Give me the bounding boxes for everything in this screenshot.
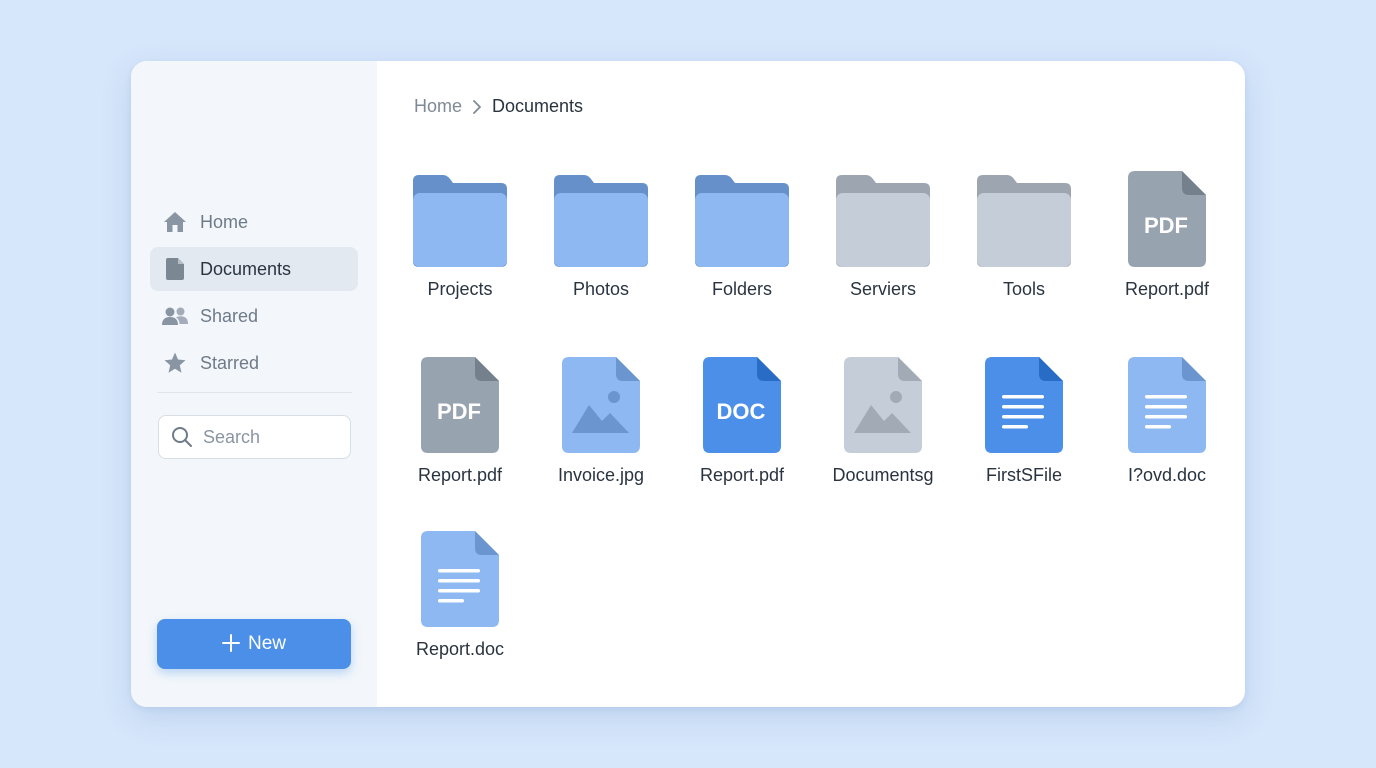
file-manager-window: Home Documents Shared Starred New Home Docu… [131, 61, 1245, 707]
file-item[interactable]: Report.doc [400, 527, 520, 660]
file-name: Report.pdf [1124, 279, 1210, 299]
file-item[interactable]: Invoice.jpg [541, 353, 661, 486]
breadcrumb: Home Documents [414, 96, 583, 117]
breadcrumb-home[interactable]: Home [414, 96, 462, 117]
image-file-icon [562, 353, 640, 453]
sidebar-item-label: Home [200, 211, 249, 232]
sidebar-item-shared[interactable]: Shared [150, 294, 358, 338]
file-name: Folders [711, 279, 773, 299]
file-name: Report.pdf [699, 465, 785, 485]
sidebar-nav: Home Documents Shared Starred [150, 200, 358, 388]
folder-icon [413, 167, 507, 267]
folder-icon [977, 167, 1071, 267]
star-icon [161, 351, 189, 375]
text-file-icon [985, 353, 1063, 453]
text-file-icon [421, 527, 499, 627]
image-file-icon [844, 353, 922, 453]
plus-icon [221, 633, 240, 655]
file-name: Report.pdf [417, 465, 503, 485]
folder-item[interactable]: Photos [541, 167, 661, 300]
folder-item[interactable]: Serviers [823, 167, 943, 300]
svg-text:PDF: PDF [437, 399, 481, 424]
file-item[interactable]: DOC Report.pdf [682, 353, 802, 486]
file-name: FirstSFile [986, 465, 1062, 485]
folder-item[interactable]: Projects [400, 167, 520, 300]
sidebar-divider [157, 392, 352, 393]
home-icon [161, 211, 189, 233]
search-box[interactable] [158, 415, 351, 459]
file-name: Invoice.jpg [557, 465, 645, 485]
sidebar-item-home[interactable]: Home [150, 200, 358, 244]
folder-item[interactable]: Tools [964, 167, 1084, 300]
people-icon [161, 306, 189, 326]
file-name: Photos [572, 279, 630, 299]
sidebar-item-label: Shared [200, 305, 259, 326]
pdf-file-icon: PDF [421, 353, 499, 453]
sidebar-item-label: Documents [200, 258, 292, 279]
file-name: Projects [427, 279, 493, 299]
sidebar-item-starred[interactable]: Starred [150, 341, 358, 385]
folder-icon [554, 167, 648, 267]
file-item[interactable]: PDF Report.pdf [400, 353, 520, 486]
file-name: I?ovd.doc [1127, 465, 1207, 485]
file-item[interactable]: PDF Report.pdf [1107, 167, 1227, 300]
search-input[interactable] [201, 425, 345, 449]
folder-icon [695, 167, 789, 267]
svg-text:PDF: PDF [1144, 213, 1188, 238]
file-item[interactable]: I?ovd.doc [1107, 353, 1227, 486]
chevron-right-icon [472, 99, 482, 114]
file-item[interactable]: Documentsg [823, 353, 943, 486]
file-name: Report.doc [415, 639, 505, 659]
file-name: Serviers [849, 279, 916, 299]
search-icon [171, 426, 193, 448]
sidebar-item-documents[interactable]: Documents [150, 247, 358, 291]
file-item[interactable]: FirstSFile [964, 353, 1084, 486]
file-name: Documentsg [832, 465, 934, 485]
sidebar: Home Documents Shared Starred New [131, 61, 377, 707]
folder-icon [836, 167, 930, 267]
new-button[interactable]: New [157, 619, 351, 669]
document-icon [161, 257, 189, 281]
text-file-icon [1128, 353, 1206, 453]
pdf-file-icon: PDF [1128, 167, 1206, 267]
folder-item[interactable]: Folders [682, 167, 802, 300]
sidebar-item-label: Starred [200, 352, 260, 373]
doc-file-icon: DOC [703, 353, 781, 453]
svg-text:DOC: DOC [717, 399, 766, 424]
main-content: Home Documents Projects Photos Folders S… [377, 61, 1245, 707]
file-name: Tools [1002, 279, 1046, 299]
new-button-label: New [247, 633, 286, 654]
breadcrumb-current: Documents [492, 96, 584, 116]
